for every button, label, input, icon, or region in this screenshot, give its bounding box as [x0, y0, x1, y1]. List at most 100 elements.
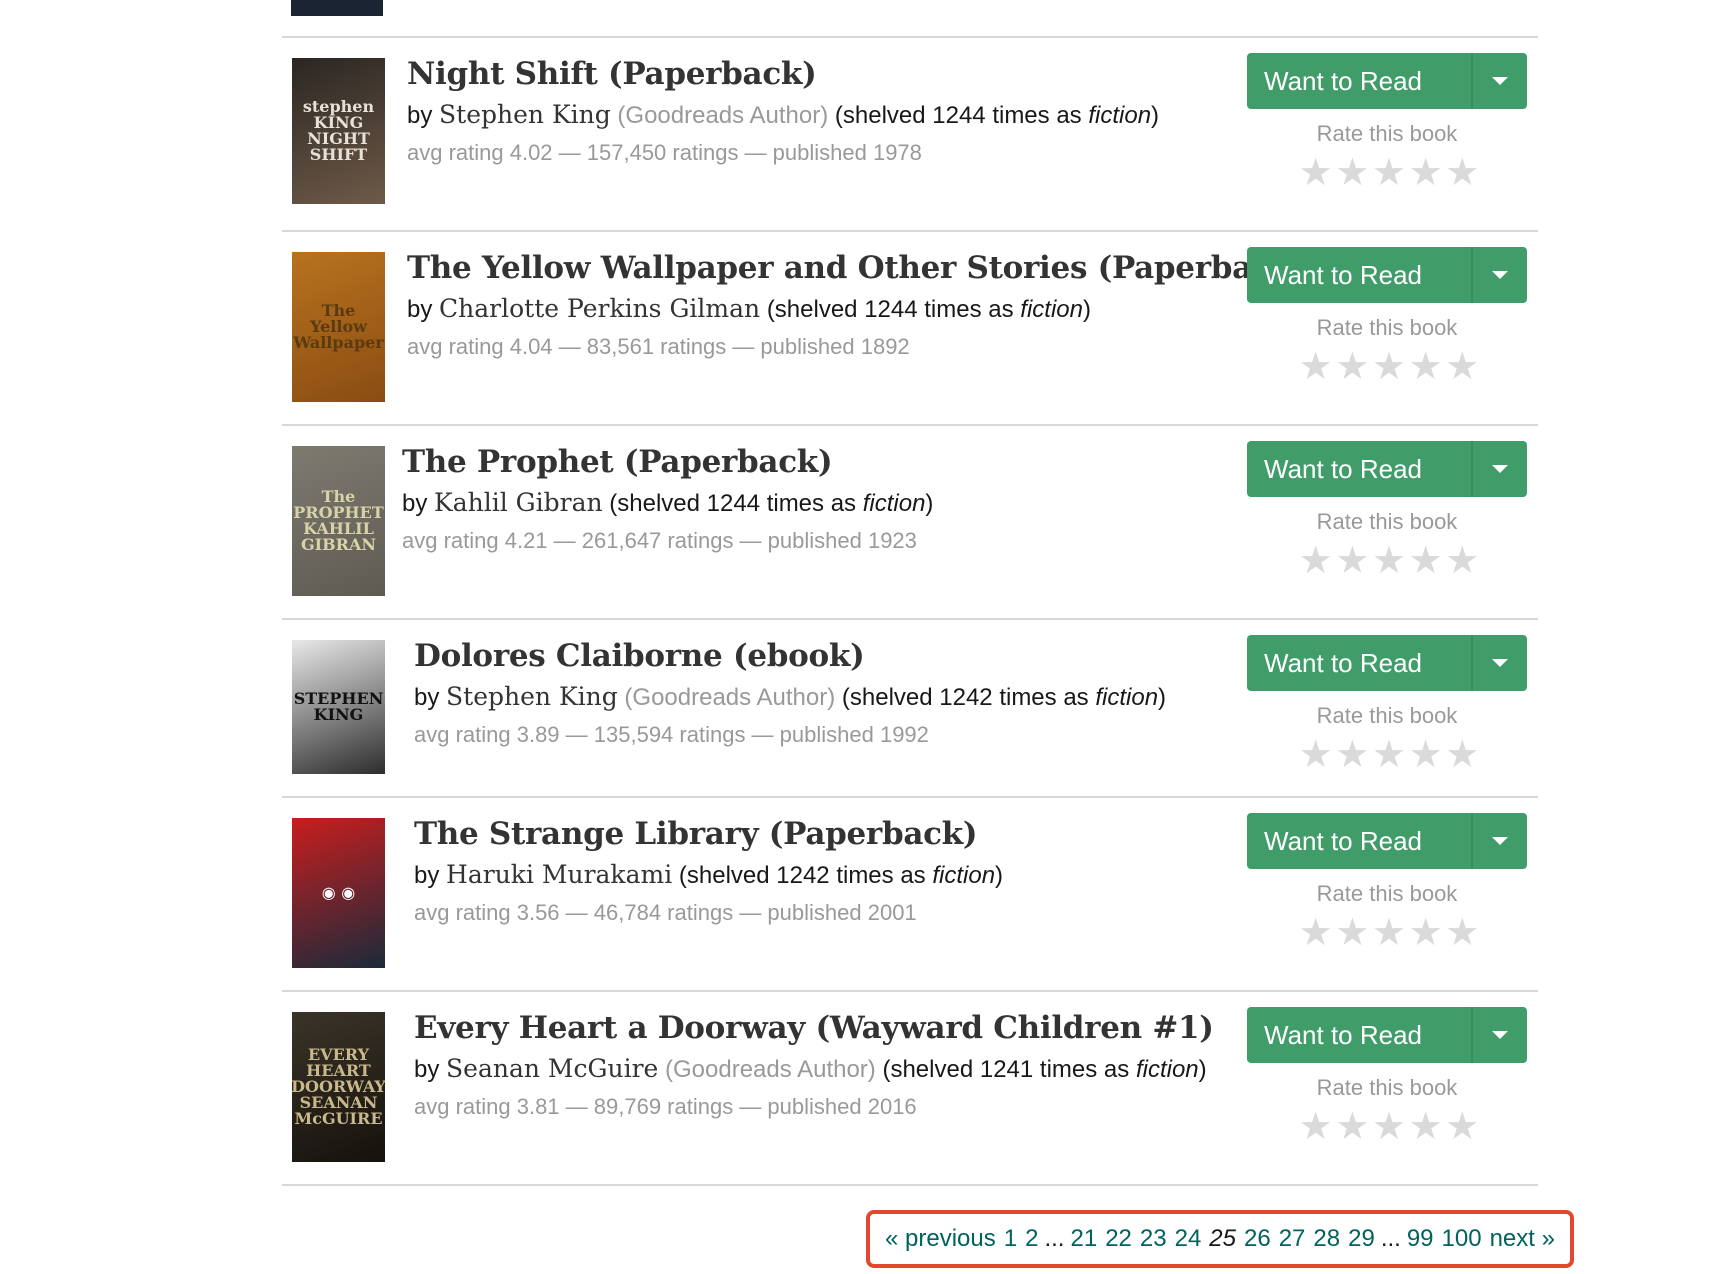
star-icon[interactable]: ★ — [1335, 734, 1369, 776]
star-icon[interactable]: ★ — [1299, 912, 1333, 954]
shelf-dropdown-button[interactable] — [1473, 53, 1527, 109]
want-to-read-label[interactable]: Want to Read — [1247, 813, 1471, 869]
star-icon[interactable]: ★ — [1445, 540, 1479, 582]
book-title-link[interactable]: The Strange Library (Paperback) — [414, 816, 978, 852]
star-icon[interactable]: ★ — [1372, 152, 1406, 194]
by-label: by — [407, 296, 433, 323]
star-icon[interactable]: ★ — [1335, 346, 1369, 388]
star-icon[interactable]: ★ — [1445, 152, 1479, 194]
book-cover[interactable]: EVERY HEART DOORWAY SEANAN McGUIRE — [292, 1012, 385, 1162]
page-link-99[interactable]: 99 — [1407, 1225, 1434, 1253]
star-rating[interactable]: ★ ★ ★ ★ ★ — [1247, 542, 1527, 580]
book-cover[interactable]: The PROPHET KAHLIL GIBRAN — [292, 446, 385, 596]
previous-book-cover-fragment[interactable] — [291, 0, 383, 16]
author-link[interactable]: Charlotte Perkins Gilman — [439, 294, 760, 323]
want-to-read-label[interactable]: Want to Read — [1247, 247, 1471, 303]
star-icon[interactable]: ★ — [1409, 152, 1443, 194]
want-to-read-button[interactable]: Want to Read — [1247, 635, 1527, 691]
next-page-link[interactable]: next » — [1490, 1225, 1555, 1253]
pagination-gap: ... — [1044, 1225, 1065, 1252]
book-cover[interactable]: stephen KING NIGHT SHIFT — [292, 58, 385, 204]
author-link[interactable]: Stephen King — [439, 100, 611, 129]
book-cover[interactable]: ◉ ◉ — [292, 818, 385, 968]
shelf-dropdown-button[interactable] — [1473, 247, 1527, 303]
star-icon[interactable]: ★ — [1372, 912, 1406, 954]
book-title-link[interactable]: The Prophet (Paperback) — [402, 444, 833, 480]
author-link[interactable]: Haruki Murakami — [446, 860, 672, 889]
page-link-1[interactable]: 1 — [1004, 1225, 1017, 1253]
page-link-21[interactable]: 21 — [1070, 1225, 1097, 1253]
row-divider — [282, 424, 1538, 426]
want-to-read-button[interactable]: Want to Read — [1247, 53, 1527, 109]
star-icon[interactable]: ★ — [1372, 540, 1406, 582]
row-divider — [282, 990, 1538, 992]
shelf-dropdown-button[interactable] — [1473, 1007, 1527, 1063]
page-link-27[interactable]: 27 — [1279, 1225, 1306, 1253]
star-icon[interactable]: ★ — [1409, 540, 1443, 582]
book-stats: avg rating 3.89 — 135,594 ratings — publ… — [414, 722, 929, 747]
star-icon[interactable]: ★ — [1409, 912, 1443, 954]
book-stats: avg rating 4.21 — 261,647 ratings — publ… — [402, 528, 917, 553]
page-link-29[interactable]: 29 — [1348, 1225, 1375, 1253]
want-to-read-label[interactable]: Want to Read — [1247, 1007, 1471, 1063]
star-icon[interactable]: ★ — [1409, 1106, 1443, 1148]
star-icon[interactable]: ★ — [1335, 912, 1369, 954]
page-link-28[interactable]: 28 — [1313, 1225, 1340, 1253]
star-rating[interactable]: ★ ★ ★ ★ ★ — [1247, 1108, 1527, 1146]
shelf-dropdown-button[interactable] — [1473, 441, 1527, 497]
shelved-prefix: (shelved 1241 times as — [882, 1056, 1130, 1083]
star-icon[interactable]: ★ — [1299, 152, 1333, 194]
star-icon[interactable]: ★ — [1372, 734, 1406, 776]
shelved-genre: fiction — [1088, 102, 1152, 129]
want-to-read-label[interactable]: Want to Read — [1247, 441, 1471, 497]
book-cover[interactable]: The Yellow Wallpaper — [292, 252, 385, 402]
star-icon[interactable]: ★ — [1372, 346, 1406, 388]
rate-this-book-label: Rate this book — [1316, 881, 1458, 906]
star-rating[interactable]: ★ ★ ★ ★ ★ — [1247, 154, 1527, 192]
chevron-down-icon — [1492, 837, 1508, 845]
star-icon[interactable]: ★ — [1335, 540, 1369, 582]
want-to-read-button[interactable]: Want to Read — [1247, 813, 1527, 869]
want-to-read-button[interactable]: Want to Read — [1247, 247, 1527, 303]
book-title-link[interactable]: The Yellow Wallpaper and Other Stories (… — [407, 250, 1306, 286]
shelf-dropdown-button[interactable] — [1473, 635, 1527, 691]
star-rating[interactable]: ★ ★ ★ ★ ★ — [1247, 348, 1527, 386]
author-link[interactable]: Kahlil Gibran — [434, 488, 603, 517]
book-cover-art-text: ◉ ◉ — [321, 883, 356, 902]
book-title-link[interactable]: Night Shift (Paperback) — [407, 56, 817, 92]
want-to-read-label[interactable]: Want to Read — [1247, 53, 1471, 109]
book-title-link[interactable]: Dolores Claiborne (ebook) — [414, 638, 865, 674]
page-link-23[interactable]: 23 — [1140, 1225, 1167, 1253]
shelved-genre: fiction — [1135, 1056, 1199, 1083]
page-link-22[interactable]: 22 — [1105, 1225, 1132, 1253]
page-link-26[interactable]: 26 — [1244, 1225, 1271, 1253]
page-link-2[interactable]: 2 — [1025, 1225, 1038, 1253]
star-icon[interactable]: ★ — [1445, 346, 1479, 388]
star-rating[interactable]: ★ ★ ★ ★ ★ — [1247, 736, 1527, 774]
star-icon[interactable]: ★ — [1445, 734, 1479, 776]
previous-page-link[interactable]: « previous — [885, 1225, 996, 1253]
star-rating[interactable]: ★ ★ ★ ★ ★ — [1247, 914, 1527, 952]
book-title-link[interactable]: Every Heart a Doorway (Wayward Children … — [414, 1010, 1214, 1046]
page-link-100[interactable]: 100 — [1442, 1225, 1482, 1253]
star-icon[interactable]: ★ — [1335, 152, 1369, 194]
star-icon[interactable]: ★ — [1409, 346, 1443, 388]
star-icon[interactable]: ★ — [1299, 540, 1333, 582]
star-icon[interactable]: ★ — [1299, 346, 1333, 388]
author-line: by Stephen King (Goodreads Author) (shel… — [414, 682, 1166, 712]
want-to-read-label[interactable]: Want to Read — [1247, 635, 1471, 691]
page-link-24[interactable]: 24 — [1175, 1225, 1202, 1253]
star-icon[interactable]: ★ — [1299, 734, 1333, 776]
book-cover[interactable]: STEPHEN KING — [292, 640, 385, 774]
want-to-read-button[interactable]: Want to Read — [1247, 441, 1527, 497]
star-icon[interactable]: ★ — [1299, 1106, 1333, 1148]
star-icon[interactable]: ★ — [1335, 1106, 1369, 1148]
author-link[interactable]: Seanan McGuire — [446, 1054, 658, 1083]
want-to-read-button[interactable]: Want to Read — [1247, 1007, 1527, 1063]
shelf-dropdown-button[interactable] — [1473, 813, 1527, 869]
author-link[interactable]: Stephen King — [446, 682, 618, 711]
star-icon[interactable]: ★ — [1445, 1106, 1479, 1148]
star-icon[interactable]: ★ — [1372, 1106, 1406, 1148]
star-icon[interactable]: ★ — [1409, 734, 1443, 776]
star-icon[interactable]: ★ — [1445, 912, 1479, 954]
